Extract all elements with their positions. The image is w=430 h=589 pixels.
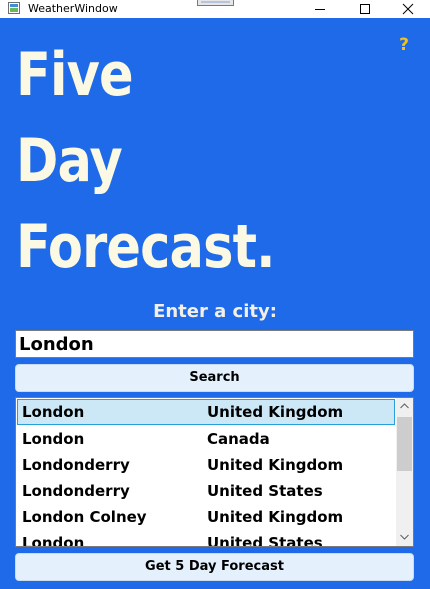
list-item-city: London: [22, 403, 85, 421]
list-item-country: United States: [207, 534, 323, 547]
chevron-up-icon: [400, 403, 409, 409]
heading-line-1: Five: [16, 40, 134, 110]
list-item-country: United Kingdom: [207, 403, 344, 421]
list-item-country: United Kingdom: [207, 456, 344, 474]
city-prompt-label: Enter a city:: [153, 301, 277, 322]
list-item[interactable]: Londonderry United States: [17, 478, 395, 504]
city-search-input[interactable]: [15, 330, 414, 358]
close-icon: [402, 3, 414, 15]
get-forecast-button[interactable]: Get 5 Day Forecast: [15, 553, 414, 581]
app-icon: [8, 2, 20, 14]
list-item-city: Londonderry: [22, 482, 130, 500]
list-item[interactable]: Londonderry United Kingdom: [17, 452, 395, 478]
list-item-city: London: [22, 430, 85, 448]
minimize-icon: [315, 9, 325, 10]
maximize-button[interactable]: [343, 0, 387, 18]
scroll-up-button[interactable]: [396, 398, 413, 415]
list-item-city: London: [22, 534, 85, 547]
title-bar[interactable]: WeatherWindow: [0, 0, 430, 18]
list-item[interactable]: London United States: [17, 530, 395, 547]
vertical-scrollbar[interactable]: [396, 398, 413, 546]
list-item-city: Londonderry: [22, 456, 130, 474]
maximize-icon: [360, 4, 370, 14]
heading-line-3: Forecast.: [16, 212, 276, 282]
minimize-button[interactable]: [298, 0, 342, 18]
chevron-down-icon: [400, 534, 409, 540]
search-button[interactable]: Search: [15, 364, 414, 392]
question-mark-icon[interactable]: ?: [396, 34, 412, 56]
list-item[interactable]: London Colney United Kingdom: [17, 504, 395, 530]
list-item-city: London Colney: [22, 508, 147, 526]
results-list[interactable]: London United Kingdom London Canada Lond…: [15, 397, 414, 547]
scroll-down-button[interactable]: [396, 529, 413, 546]
list-item-country: United Kingdom: [207, 508, 344, 526]
list-item[interactable]: London Canada: [17, 426, 395, 452]
list-item-country: United States: [207, 482, 323, 500]
title-bar-tab[interactable]: [197, 0, 234, 6]
heading-line-2: Day: [16, 126, 123, 196]
window-title: WeatherWindow: [28, 2, 118, 15]
list-item-country: Canada: [207, 430, 270, 448]
list-item[interactable]: London United Kingdom: [17, 399, 395, 425]
close-button[interactable]: [386, 0, 430, 18]
scrollbar-thumb[interactable]: [397, 417, 412, 471]
